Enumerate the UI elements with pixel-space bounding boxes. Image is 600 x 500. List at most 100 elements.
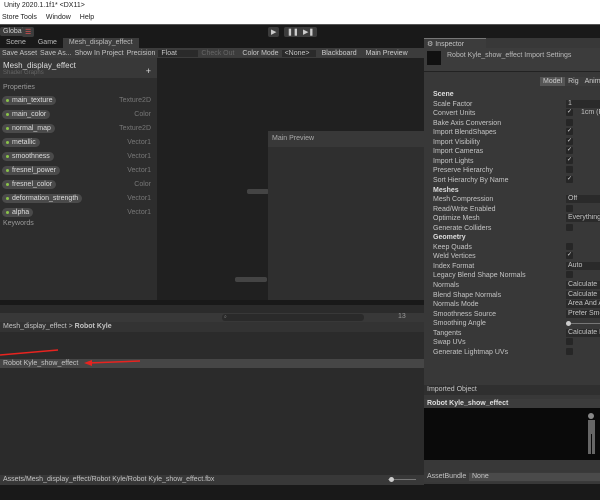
menu-bar: Store Tools Window Help <box>0 12 600 24</box>
graph-node-port[interactable] <box>247 189 269 194</box>
tab-rig[interactable]: Rig <box>565 77 582 86</box>
tab-mesh-display-effect[interactable]: Mesh_display_effect <box>62 38 139 48</box>
checkbox[interactable] <box>566 242 573 250</box>
save-as-button[interactable]: Save As... <box>40 50 72 57</box>
field-value[interactable]: Everything <box>566 214 600 223</box>
search-input[interactable]: ⌕ <box>222 314 364 321</box>
assetbundle-row: AssetBundle None <box>424 472 600 482</box>
checkbox[interactable] <box>566 338 573 346</box>
field-value[interactable]: Auto <box>566 261 600 270</box>
menu-window[interactable]: Window <box>46 14 71 22</box>
field-value[interactable]: 1cm (File) to 0.01m (Unity) <box>579 109 600 117</box>
tool-settings-icon[interactable]: ☰ <box>22 27 35 37</box>
inspector-row: Preserve Hierarchy <box>433 166 600 175</box>
checkbox[interactable] <box>566 271 573 279</box>
properties-section: Properties <box>3 84 35 91</box>
field-value[interactable]: Calculate Mikktspace <box>566 328 600 337</box>
checkbox[interactable] <box>566 204 573 212</box>
checkbox[interactable] <box>566 223 573 231</box>
field-value[interactable]: Prefer Smoothing Groups <box>566 309 600 318</box>
inspector-row: Legacy Blend Shape Normals <box>433 271 600 280</box>
model-thumbnail-icon <box>427 51 441 65</box>
inspector-row: Read/Write Enabled <box>433 204 600 214</box>
precision-label: Precision <box>126 49 156 57</box>
imported-object-label: Imported Object <box>424 385 600 395</box>
blackboard-toggle[interactable]: Blackboard <box>318 48 360 58</box>
hidden-count[interactable]: 13 <box>398 313 406 320</box>
inspector-row: Smoothness SourcePrefer Smoothing Groups <box>433 309 600 318</box>
checkbox[interactable]: ✓ <box>566 137 573 145</box>
main-preview-toggle[interactable]: Main Preview <box>362 48 411 58</box>
tab-scene[interactable]: Scene <box>0 38 32 48</box>
property-pill[interactable]: smoothness <box>2 152 54 161</box>
check-out-button[interactable]: Check Out <box>201 50 239 57</box>
property-pill[interactable]: deformation_strength <box>2 194 83 203</box>
property-type: Vector1 <box>127 139 151 146</box>
checkbox[interactable]: ✓ <box>566 109 573 117</box>
field-value[interactable]: Off <box>566 195 600 204</box>
property-pill[interactable]: normal_map <box>2 124 55 133</box>
property-pill[interactable]: fresnel_color <box>2 180 57 189</box>
breadcrumb-parent[interactable]: Mesh_display_effect <box>3 323 67 330</box>
property-pill[interactable]: main_texture <box>2 96 57 105</box>
checkbox[interactable]: ✓ <box>566 175 573 183</box>
tab-inspector[interactable]: ⚙ Inspector <box>424 38 486 48</box>
inspector-row: Bake Axis Conversion <box>433 118 600 128</box>
menu-store-tools[interactable]: Store Tools <box>2 14 37 22</box>
checkbox[interactable]: ✓ <box>566 252 573 260</box>
tab-game[interactable]: Game <box>32 38 63 48</box>
field-value[interactable]: Calculate <box>566 290 600 299</box>
inspector-row: Generate Colliders <box>433 223 600 233</box>
inspector-row: Index Format Auto <box>433 261 600 271</box>
slider-handle[interactable] <box>389 477 394 482</box>
inspector-panel: ⚙ Inspector Robot Kyle_show_effect Impor… <box>424 38 600 500</box>
add-property-button[interactable]: + <box>146 66 151 76</box>
checkbox[interactable] <box>566 166 573 174</box>
main-toolbar: Global ☰ ▶ ❚❚ ▶❚ <box>0 24 600 38</box>
property-type: Color <box>134 111 151 118</box>
tab-model[interactable]: Model <box>540 77 566 86</box>
checkbox[interactable]: ✓ <box>566 128 573 136</box>
property-type: Vector1 <box>127 195 151 202</box>
checkbox[interactable]: ✓ <box>566 147 573 155</box>
field-value[interactable]: 1 <box>566 99 600 108</box>
breadcrumb: Mesh_display_effect > Robot Kyle <box>0 322 424 332</box>
property-pill[interactable]: metallic <box>2 138 40 147</box>
inspector-row: Import Visibility ✓ <box>433 137 573 146</box>
breadcrumb-current[interactable]: Robot Kyle <box>75 323 112 330</box>
save-asset-button[interactable]: Save Asset <box>2 50 37 57</box>
editor-tabs: Scene Game Mesh_display_effect <box>0 38 424 48</box>
color-mode-dropdown[interactable]: <None> <box>281 49 316 57</box>
field-value[interactable]: Calculate <box>566 281 600 289</box>
model-preview[interactable] <box>424 408 600 460</box>
play-button[interactable]: ▶ <box>268 27 280 37</box>
inspector-row: Convert Units✓1cm (File) to 0.01m (Unity… <box>433 109 600 118</box>
inspector-row: TangentsCalculate Mikktspace <box>433 328 600 338</box>
property-pill[interactable]: alpha <box>2 208 34 217</box>
slider-handle[interactable] <box>566 321 571 327</box>
property-type: Texture2D <box>119 97 151 104</box>
smoothing-angle-slider[interactable] <box>566 323 600 325</box>
show-in-project-button[interactable]: Show In Project <box>75 50 124 57</box>
checkbox[interactable] <box>566 118 573 126</box>
blackboard-panel: Mesh_display_effect Shader Graphs + Prop… <box>0 58 157 300</box>
precision-dropdown[interactable]: Float <box>158 49 199 57</box>
inspector-row: Smoothing Angle <box>433 319 600 328</box>
blackboard-subtitle: Shader Graphs <box>3 70 44 76</box>
inspector-row: Geometry <box>433 234 466 242</box>
step-button[interactable]: ▶❚ <box>300 27 318 37</box>
inspector-row: Weld Vertices ✓ <box>433 252 573 261</box>
tab-animation[interactable]: Animation <box>581 77 600 86</box>
checkbox[interactable]: ✓ <box>566 156 573 164</box>
graph-node-port[interactable] <box>235 277 267 282</box>
inspector-row: Scene <box>433 91 454 98</box>
menu-help[interactable]: Help <box>80 14 94 22</box>
property-pill[interactable]: fresnel_power <box>2 166 60 175</box>
blackboard-title: Mesh_display_effect <box>3 61 76 70</box>
field-value[interactable]: Area And Angle Weighted <box>566 300 600 309</box>
assetbundle-dropdown[interactable]: None <box>469 473 600 481</box>
main-preview-title: Main Preview <box>268 131 424 147</box>
property-type: Vector1 <box>127 167 151 174</box>
property-pill[interactable]: main_color <box>2 110 51 119</box>
checkbox[interactable] <box>566 347 573 355</box>
